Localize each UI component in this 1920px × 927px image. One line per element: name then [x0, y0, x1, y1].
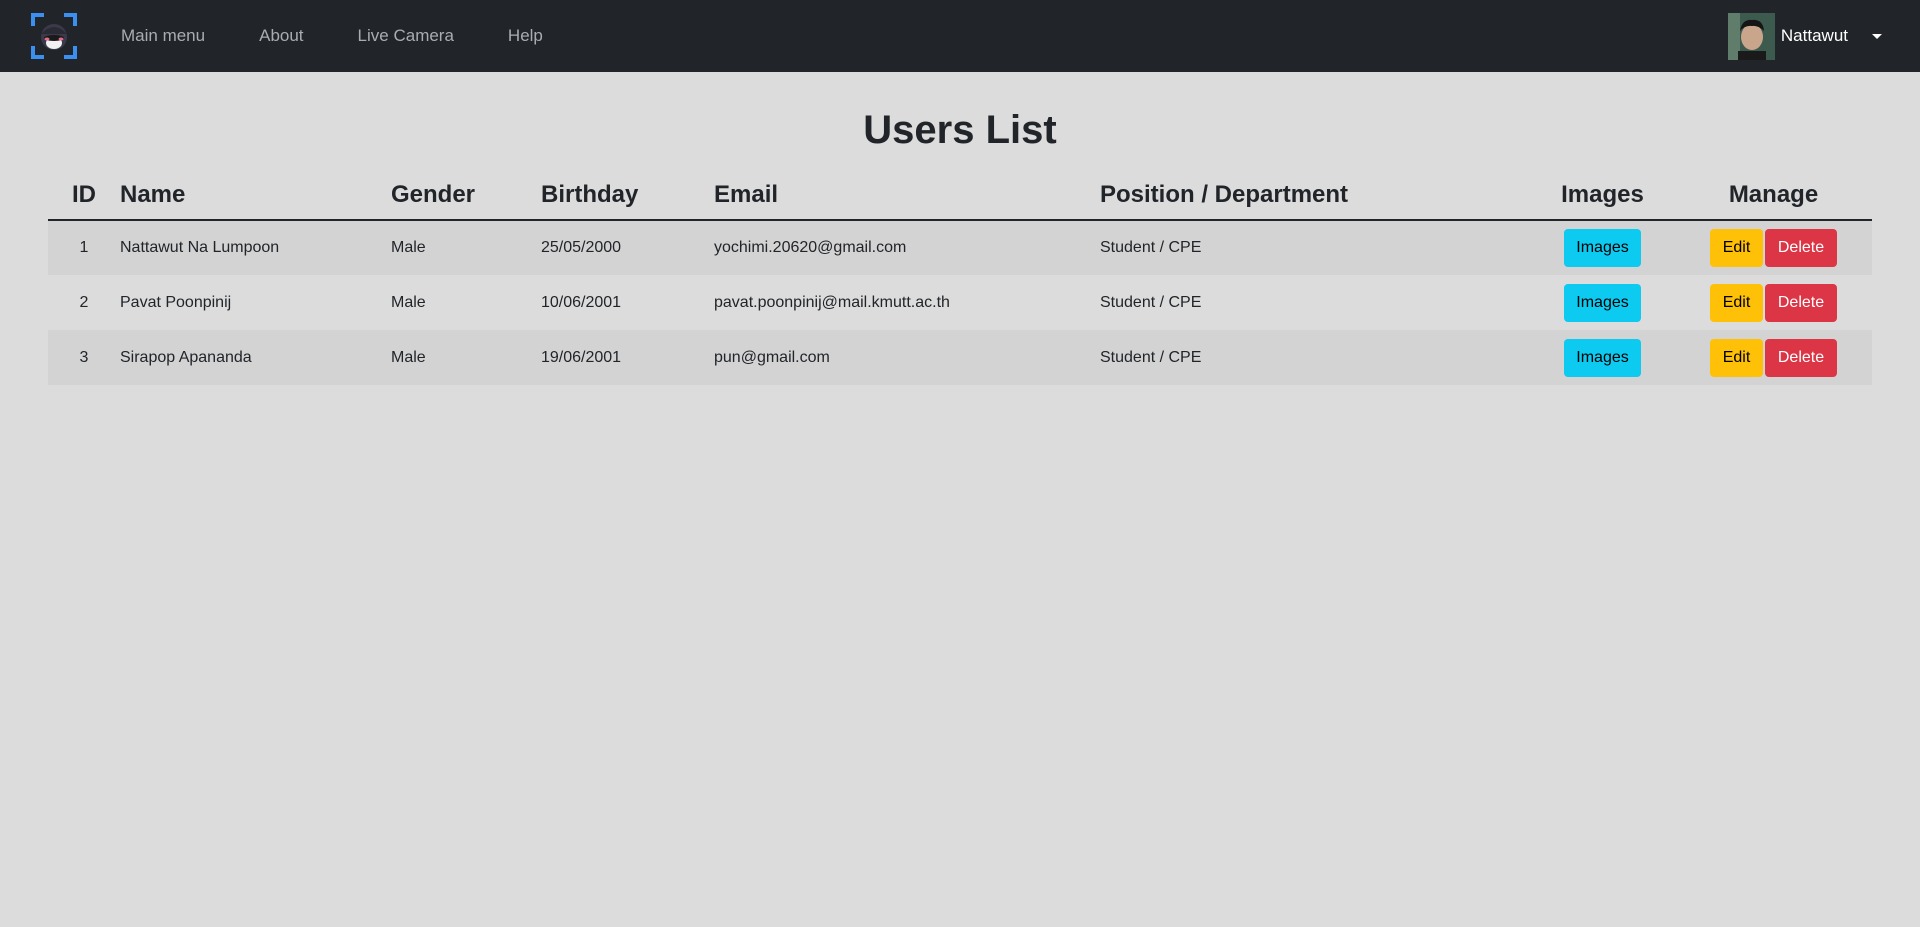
header-gender: Gender [391, 170, 541, 221]
caret-down-icon[interactable] [1872, 33, 1882, 39]
cell-images: Images [1530, 275, 1675, 330]
cell-email: pun@gmail.com [714, 330, 1100, 385]
header-id: ID [48, 170, 120, 221]
delete-button[interactable]: Delete [1765, 338, 1837, 377]
user-menu-dropdown[interactable]: Nattawut [1727, 12, 1882, 60]
delete-button[interactable]: Delete [1765, 283, 1837, 322]
header-email: Email [714, 170, 1100, 221]
header-position: Position / Department [1100, 170, 1530, 221]
table-row: 1 Nattawut Na Lumpoon Male 25/05/2000 yo… [48, 220, 1872, 275]
cell-manage: Edit Delete [1675, 220, 1872, 275]
nav-link-live-camera[interactable]: Live Camera [358, 26, 454, 46]
cell-position: Student / CPE [1100, 330, 1530, 385]
images-button[interactable]: Images [1564, 229, 1641, 267]
images-button[interactable]: Images [1564, 283, 1641, 322]
header-manage: Manage [1675, 170, 1872, 221]
cell-birthday: 19/06/2001 [541, 330, 714, 385]
cell-birthday: 25/05/2000 [541, 220, 714, 275]
cell-email: yochimi.20620@gmail.com [714, 220, 1100, 275]
header-images: Images [1530, 170, 1675, 221]
nav-links: Main menu About Live Camera Help [121, 0, 597, 72]
table-row: 3 Sirapop Apananda Male 19/06/2001 pun@g… [48, 330, 1872, 385]
images-button[interactable]: Images [1564, 338, 1641, 377]
edit-button[interactable]: Edit [1710, 229, 1763, 267]
avatar [1727, 12, 1775, 60]
cell-id: 2 [48, 275, 120, 330]
face-scan-logo-icon[interactable] [30, 12, 78, 60]
header-name: Name [120, 170, 391, 221]
header-birthday: Birthday [541, 170, 714, 221]
cell-name: Nattawut Na Lumpoon [120, 220, 391, 275]
nav-link-about[interactable]: About [259, 26, 303, 46]
delete-button[interactable]: Delete [1765, 229, 1837, 267]
cell-gender: Male [391, 275, 541, 330]
cell-position: Student / CPE [1100, 275, 1530, 330]
nav-link-help[interactable]: Help [508, 26, 543, 46]
cell-id: 3 [48, 330, 120, 385]
cell-manage: Edit Delete [1675, 275, 1872, 330]
table-header-row: ID Name Gender Birthday Email Position /… [48, 170, 1872, 221]
edit-button[interactable]: Edit [1710, 283, 1763, 322]
cell-gender: Male [391, 220, 541, 275]
cell-manage: Edit Delete [1675, 330, 1872, 385]
users-table: ID Name Gender Birthday Email Position /… [48, 170, 1872, 385]
cell-gender: Male [391, 330, 541, 385]
top-navbar: Main menu About Live Camera Help Nattawu… [0, 0, 1920, 72]
cell-id: 1 [48, 220, 120, 275]
cell-email: pavat.poonpinij@mail.kmutt.ac.th [714, 275, 1100, 330]
cell-birthday: 10/06/2001 [541, 275, 714, 330]
cell-name: Pavat Poonpinij [120, 275, 391, 330]
table-row: 2 Pavat Poonpinij Male 10/06/2001 pavat.… [48, 275, 1872, 330]
page-title: Users List [863, 108, 1057, 152]
cell-images: Images [1530, 220, 1675, 275]
cell-name: Sirapop Apananda [120, 330, 391, 385]
user-name: Nattawut [1780, 26, 1848, 45]
cell-position: Student / CPE [1100, 220, 1530, 275]
nav-link-main-menu[interactable]: Main menu [121, 26, 205, 46]
edit-button[interactable]: Edit [1710, 338, 1763, 377]
cell-images: Images [1530, 330, 1675, 385]
